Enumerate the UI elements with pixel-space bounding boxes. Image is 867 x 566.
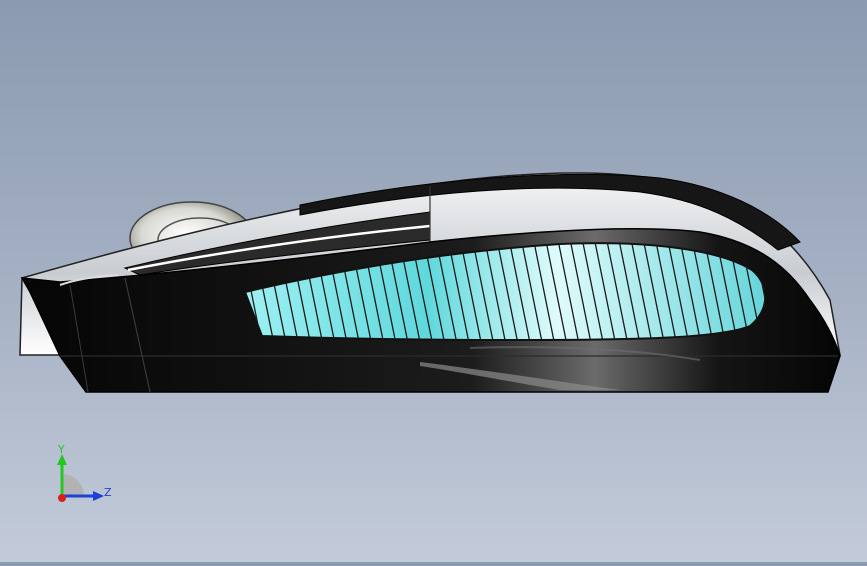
graphics-viewport[interactable]: Y Z xyxy=(0,0,867,562)
x-axis-dot xyxy=(58,494,66,502)
triad-plane-shade xyxy=(62,474,84,496)
y-axis-label: Y xyxy=(57,443,65,456)
z-axis-arrowhead xyxy=(93,491,104,501)
mouse-model-3d[interactable] xyxy=(0,0,867,562)
z-axis-label: Z xyxy=(104,486,112,499)
axis-triad: Y Z xyxy=(44,438,124,518)
